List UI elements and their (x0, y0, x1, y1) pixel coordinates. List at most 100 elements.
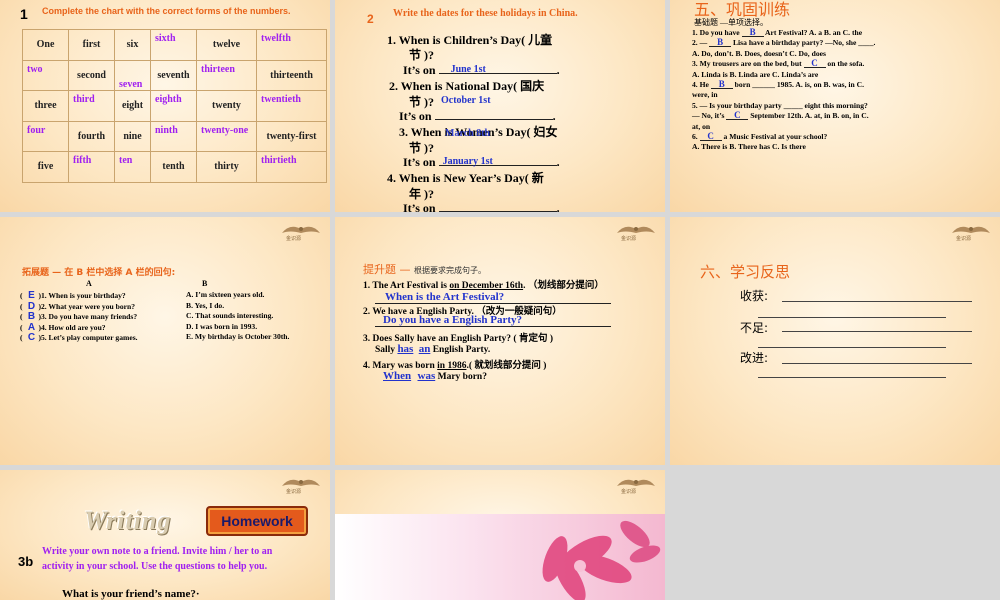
slide-thumbnail-6[interactable]: 金识源 六、学习反思 收获: 不足: 改进: (670, 217, 1000, 465)
answer-prefix: It’s on (403, 63, 436, 77)
logo-icon: 金识源 (613, 221, 659, 243)
answer-blank: C (699, 132, 722, 141)
sentence-1: 1. The Art Festival is on December 16th.… (363, 277, 604, 291)
answer-3-line: It’s on January 1st. (403, 155, 560, 169)
table-cell: fourth (68, 120, 115, 152)
slide-thumbnail-1[interactable]: 1 Complete the chart with the correct fo… (0, 0, 330, 212)
table-cell: second (68, 59, 115, 91)
answer-cell: thirteen (196, 59, 257, 91)
answer-2: October 1st (441, 95, 491, 106)
question-line: — No, it’s C September 12th. A. at, in B… (692, 111, 869, 121)
line-text: 5. — Is your birthday party _____ eight … (692, 100, 868, 110)
answer-cell: eighth (150, 90, 197, 122)
table-cell: five (22, 151, 69, 183)
table-row: three third eight eighth twenty twentieth (22, 90, 327, 122)
answer-cell: twentieth (256, 90, 327, 122)
answer-cell: third (68, 90, 115, 122)
answer-3: Sally has an English Party. (375, 343, 490, 355)
reflect-shortcoming: 不足: (740, 321, 769, 335)
answer-cell: fifth (68, 151, 115, 183)
writing-title: Writing (84, 506, 172, 535)
column-b-header: B (202, 279, 208, 288)
line-text: were, in (692, 90, 718, 100)
question-line: A. Linda is B. Linda are C. Linda’s are (692, 70, 818, 79)
table-cell: thirty (196, 151, 257, 183)
answer-line (782, 363, 972, 364)
answer-3-pre: Sally (375, 345, 398, 355)
table-cell: three (22, 90, 69, 122)
line-text: A. There is B. There has C. Is there (692, 142, 806, 152)
answer-blank: C (803, 59, 826, 69)
logo-icon: 金识源 (948, 221, 994, 243)
column-a-item: )3. Do you have many friends? (38, 312, 138, 321)
matching-row: ( B)3. Do you have many friends? (20, 311, 137, 322)
sentence-1-pre: 1. The Art Festival is (363, 281, 450, 291)
table-cell: first (68, 29, 115, 61)
answer-cell: two (22, 59, 69, 91)
sentence-1-post: . （划线部分提问） (523, 281, 604, 291)
line-text: A. Linda is B. Linda are C. Linda’s are (692, 69, 819, 79)
slide-thumbnail-2[interactable]: 2 Write the dates for these holidays in … (335, 0, 665, 212)
reflect-improve: 改进: (740, 351, 769, 365)
table-cell: eight (114, 90, 151, 122)
matching-row: ( A)4. How old are you? (20, 322, 106, 333)
answer-prefix: It’s on (403, 201, 436, 212)
matching-row: ( D)2. What year were you born? (20, 301, 135, 312)
matching-row: ( C)5. Let’s play computer games. (20, 332, 138, 343)
column-a-header: A (86, 279, 92, 288)
line-text: Art Festival? A. a B. an C. the (763, 28, 863, 37)
answer-line (758, 347, 946, 348)
line-text: A. Do, don’t. B. Does, doesn’t C. Do, do… (692, 48, 826, 58)
table-cell: seventh (150, 59, 197, 91)
answer-blank: C (726, 111, 749, 121)
column-b-item: C. That sounds interesting. (186, 311, 274, 320)
overlay-answer-3: March 8th (445, 128, 491, 139)
flower-icon (542, 520, 661, 600)
slide-thumbnail-4[interactable]: 金识源 拓展题 — 在 B 栏中选择 A 栏的回句: A B ( E)1. Wh… (0, 217, 330, 465)
logo-icon: 金识源 (278, 221, 324, 243)
line-text: 3. My trousers are on the bed, but (692, 59, 804, 69)
question-2: 2. When is National Day( 国庆 (389, 79, 545, 93)
line-text: Lisa have a birthday party? —No, she ___… (731, 38, 876, 48)
flower-banner (335, 514, 665, 600)
line-text: 2. — (692, 38, 710, 48)
answer-letter: B (27, 311, 36, 322)
line-text: September 12th. A. at, in B. on, in C. (748, 111, 869, 121)
answer-3-has: has (397, 343, 414, 355)
slide-thumbnail-5[interactable]: 金识源 提升题 — 根据要求完成句子。 1. The Art Festival … (335, 217, 665, 465)
slide-number: 2 (367, 12, 374, 26)
answer-line (758, 317, 946, 318)
exercise-label: 3b (18, 554, 34, 569)
question-line: 2. — B Lisa have a birthday party? —No, … (692, 38, 876, 48)
question-line: at, on (692, 122, 710, 131)
logo-label: 金识源 (286, 489, 302, 495)
slide-thumbnail-7[interactable]: 金识源 Writing Homework 3b Write your own n… (0, 470, 330, 600)
logo-label: 金识源 (956, 236, 972, 242)
answer-prefix: It’s on (403, 155, 436, 169)
sentence-3: 3. Does Sally have an English Party? ( 肯… (363, 334, 554, 344)
column-b-item: D. I was born in 1993. (186, 321, 258, 331)
logo-label: 金识源 (286, 236, 302, 242)
answer-4-line: It’s on . (403, 200, 560, 212)
answer-cell: thirtieth (256, 151, 327, 183)
table-cell: twenty-first (256, 120, 327, 152)
answer-line (782, 331, 972, 332)
table-cell: six (114, 29, 151, 61)
answer-2-line: It’s on . (399, 109, 556, 123)
slide-thumbnail-8[interactable]: 金识源 (335, 470, 665, 600)
answer-1: June 1st (450, 64, 486, 75)
line-text: 1. Do you have (692, 28, 742, 37)
section-title: 拓展题 — 在 B 栏中选择 A 栏的回句: (22, 268, 176, 278)
answer-4: When was Mary born? (375, 370, 487, 382)
question-4: 4. When is New Year’s Day( 新 (387, 171, 544, 185)
slide-thumbnail-3[interactable]: 五、巩固训练 基础题 —单项选择。 1. Do you have B Art F… (670, 0, 1000, 212)
answer-3-an: an (418, 343, 431, 355)
table-cell: nine (114, 120, 151, 152)
section-title: 六、学习反思 (700, 263, 791, 281)
answer-3-post: English Party. (430, 345, 491, 355)
section-title-note: 根据要求完成句子。 (414, 266, 486, 275)
table-cell: twelve (196, 29, 257, 61)
column-a-item: )5. Let’s play computer games. (38, 333, 138, 342)
question-line: 3. My trousers are on the bed, but C on … (692, 59, 864, 69)
instruction: Write the dates for these holidays in Ch… (393, 8, 578, 19)
